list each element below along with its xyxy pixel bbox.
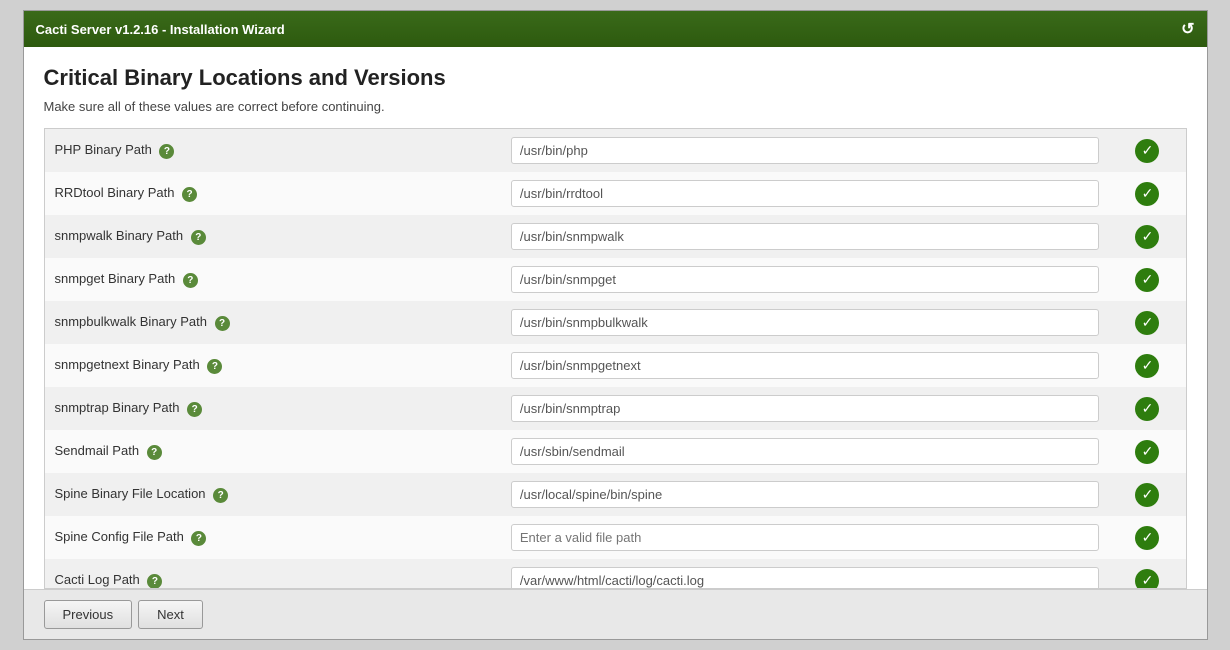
footer: Previous Next — [24, 589, 1207, 639]
path-input[interactable] — [511, 309, 1100, 336]
path-input[interactable] — [511, 481, 1100, 508]
table-row: Spine Binary File Location ? ✓ — [45, 473, 1186, 516]
help-icon[interactable]: ? — [182, 187, 197, 202]
help-icon[interactable]: ? — [147, 574, 162, 589]
row-input-cell — [501, 473, 1110, 516]
check-icon: ✓ — [1135, 268, 1159, 292]
row-status: ✓ — [1109, 344, 1185, 387]
row-status: ✓ — [1109, 215, 1185, 258]
row-input-cell — [501, 430, 1110, 473]
row-input-cell — [501, 301, 1110, 344]
row-status: ✓ — [1109, 172, 1185, 215]
path-input[interactable] — [511, 352, 1100, 379]
row-label: snmpget Binary Path ? — [45, 258, 501, 301]
table-row: snmpgetnext Binary Path ? ✓ — [45, 344, 1186, 387]
previous-button[interactable]: Previous — [44, 600, 133, 629]
row-input-cell — [501, 215, 1110, 258]
help-icon[interactable]: ? — [187, 402, 202, 417]
binary-paths-table: PHP Binary Path ? ✓ RRDtool Binary Path ? ✓… — [45, 129, 1186, 589]
path-input[interactable] — [511, 438, 1100, 465]
row-label: Spine Config File Path ? — [45, 516, 501, 559]
check-icon: ✓ — [1135, 483, 1159, 507]
check-icon: ✓ — [1135, 139, 1159, 163]
check-icon: ✓ — [1135, 526, 1159, 550]
row-input-cell — [501, 129, 1110, 172]
check-icon: ✓ — [1135, 182, 1159, 206]
help-icon[interactable]: ? — [159, 144, 174, 159]
next-button[interactable]: Next — [138, 600, 203, 629]
help-icon[interactable]: ? — [191, 230, 206, 245]
main-window: Cacti Server v1.2.16 - Installation Wiza… — [23, 10, 1208, 640]
row-status: ✓ — [1109, 559, 1185, 589]
row-label: snmpgetnext Binary Path ? — [45, 344, 501, 387]
binary-paths-table-area: PHP Binary Path ? ✓ RRDtool Binary Path ? ✓… — [44, 128, 1187, 589]
check-icon: ✓ — [1135, 311, 1159, 335]
check-icon: ✓ — [1135, 225, 1159, 249]
row-label: PHP Binary Path ? — [45, 129, 501, 172]
row-input-cell — [501, 344, 1110, 387]
table-row: RRDtool Binary Path ? ✓ — [45, 172, 1186, 215]
table-row: snmpget Binary Path ? ✓ — [45, 258, 1186, 301]
help-icon[interactable]: ? — [191, 531, 206, 546]
help-icon[interactable]: ? — [183, 273, 198, 288]
row-input-cell — [501, 387, 1110, 430]
table-row: Sendmail Path ? ✓ — [45, 430, 1186, 473]
row-status: ✓ — [1109, 258, 1185, 301]
path-input[interactable] — [511, 395, 1100, 422]
row-status: ✓ — [1109, 301, 1185, 344]
table-row: snmpwalk Binary Path ? ✓ — [45, 215, 1186, 258]
table-row: snmptrap Binary Path ? ✓ — [45, 387, 1186, 430]
refresh-icon[interactable]: ↺ — [1181, 19, 1194, 39]
help-icon[interactable]: ? — [147, 445, 162, 460]
help-icon[interactable]: ? — [213, 488, 228, 503]
page-subtitle: Make sure all of these values are correc… — [44, 99, 1187, 114]
check-icon: ✓ — [1135, 354, 1159, 378]
help-icon[interactable]: ? — [207, 359, 222, 374]
table-row: snmpbulkwalk Binary Path ? ✓ — [45, 301, 1186, 344]
row-label: snmpwalk Binary Path ? — [45, 215, 501, 258]
path-input[interactable] — [511, 524, 1100, 551]
check-icon: ✓ — [1135, 569, 1159, 590]
titlebar: Cacti Server v1.2.16 - Installation Wiza… — [24, 11, 1207, 47]
row-label: Cacti Log Path ? — [45, 559, 501, 589]
row-label: Spine Binary File Location ? — [45, 473, 501, 516]
check-icon: ✓ — [1135, 397, 1159, 421]
row-label: Sendmail Path ? — [45, 430, 501, 473]
path-input[interactable] — [511, 266, 1100, 293]
table-row: Cacti Log Path ? ✓ — [45, 559, 1186, 589]
row-status: ✓ — [1109, 430, 1185, 473]
row-input-cell — [501, 172, 1110, 215]
check-icon: ✓ — [1135, 440, 1159, 464]
window-title: Cacti Server v1.2.16 - Installation Wiza… — [36, 22, 285, 37]
path-input[interactable] — [511, 137, 1100, 164]
row-input-cell — [501, 258, 1110, 301]
table-row: Spine Config File Path ? ✓ — [45, 516, 1186, 559]
row-label: RRDtool Binary Path ? — [45, 172, 501, 215]
help-icon[interactable]: ? — [215, 316, 230, 331]
path-input[interactable] — [511, 567, 1100, 589]
path-input[interactable] — [511, 180, 1100, 207]
row-label: snmptrap Binary Path ? — [45, 387, 501, 430]
row-status: ✓ — [1109, 473, 1185, 516]
row-status: ✓ — [1109, 387, 1185, 430]
page-title: Critical Binary Locations and Versions — [44, 65, 1187, 91]
row-input-cell — [501, 559, 1110, 589]
main-content: Critical Binary Locations and Versions M… — [24, 47, 1207, 589]
row-label: snmpbulkwalk Binary Path ? — [45, 301, 501, 344]
row-status: ✓ — [1109, 129, 1185, 172]
path-input[interactable] — [511, 223, 1100, 250]
row-status: ✓ — [1109, 516, 1185, 559]
row-input-cell — [501, 516, 1110, 559]
table-row: PHP Binary Path ? ✓ — [45, 129, 1186, 172]
